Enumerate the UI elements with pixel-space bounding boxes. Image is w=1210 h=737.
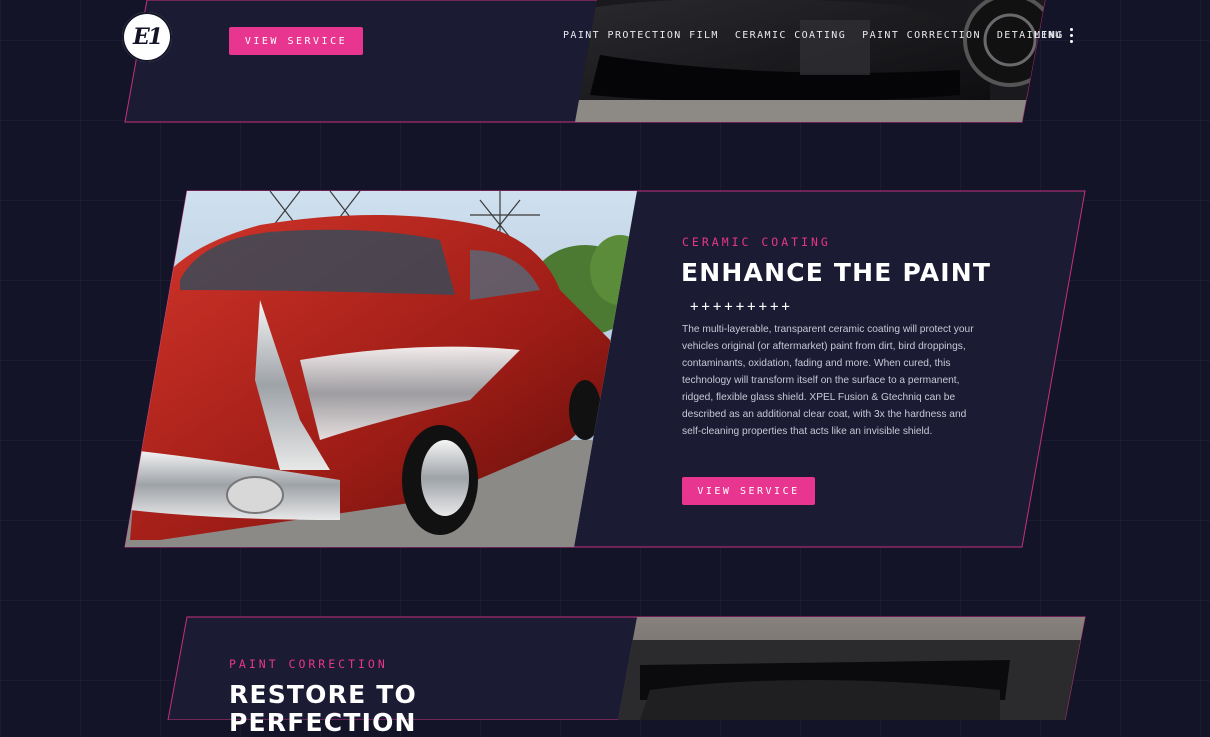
- nav-item-paint-correction[interactable]: PAINT CORRECTION: [862, 30, 981, 41]
- ceramic-description: The multi-layerable, transparent ceramic…: [682, 324, 974, 437]
- view-service-button-ceramic[interactable]: VIEW SERVICE: [682, 477, 815, 505]
- correction-eyebrow: PAINT CORRECTION: [229, 657, 388, 671]
- logo-text: E1: [132, 24, 163, 50]
- correction-title-line2: PERFECTION: [229, 708, 417, 737]
- menu-kebab-icon[interactable]: [1068, 28, 1074, 44]
- ceramic-eyebrow: CERAMIC COATING: [682, 235, 831, 249]
- ppf-car-image: [575, 0, 1045, 122]
- section-cards-svg: [124, 0, 1086, 720]
- brand-logo[interactable]: E1: [122, 12, 172, 62]
- view-service-button-ppf[interactable]: VIEW SERVICE: [229, 27, 363, 55]
- main-nav: PAINT PROTECTION FILM CERAMIC COATING PA…: [563, 30, 1064, 41]
- nav-item-paint-protection-film[interactable]: PAINT PROTECTION FILM: [563, 30, 719, 41]
- menu-label[interactable]: MENU: [1034, 30, 1062, 41]
- plus-divider: +++++++++: [690, 299, 793, 315]
- nav-item-ceramic-coating[interactable]: CERAMIC COATING: [735, 30, 846, 41]
- correction-title-line1: RESTORE TO: [229, 680, 417, 709]
- ceramic-title: ENHANCE THE PAINT: [681, 258, 992, 287]
- correction-title: RESTORE TO PERFECTION: [229, 681, 417, 737]
- correction-car-image: [618, 617, 1085, 720]
- ceramic-car-image: [125, 191, 637, 547]
